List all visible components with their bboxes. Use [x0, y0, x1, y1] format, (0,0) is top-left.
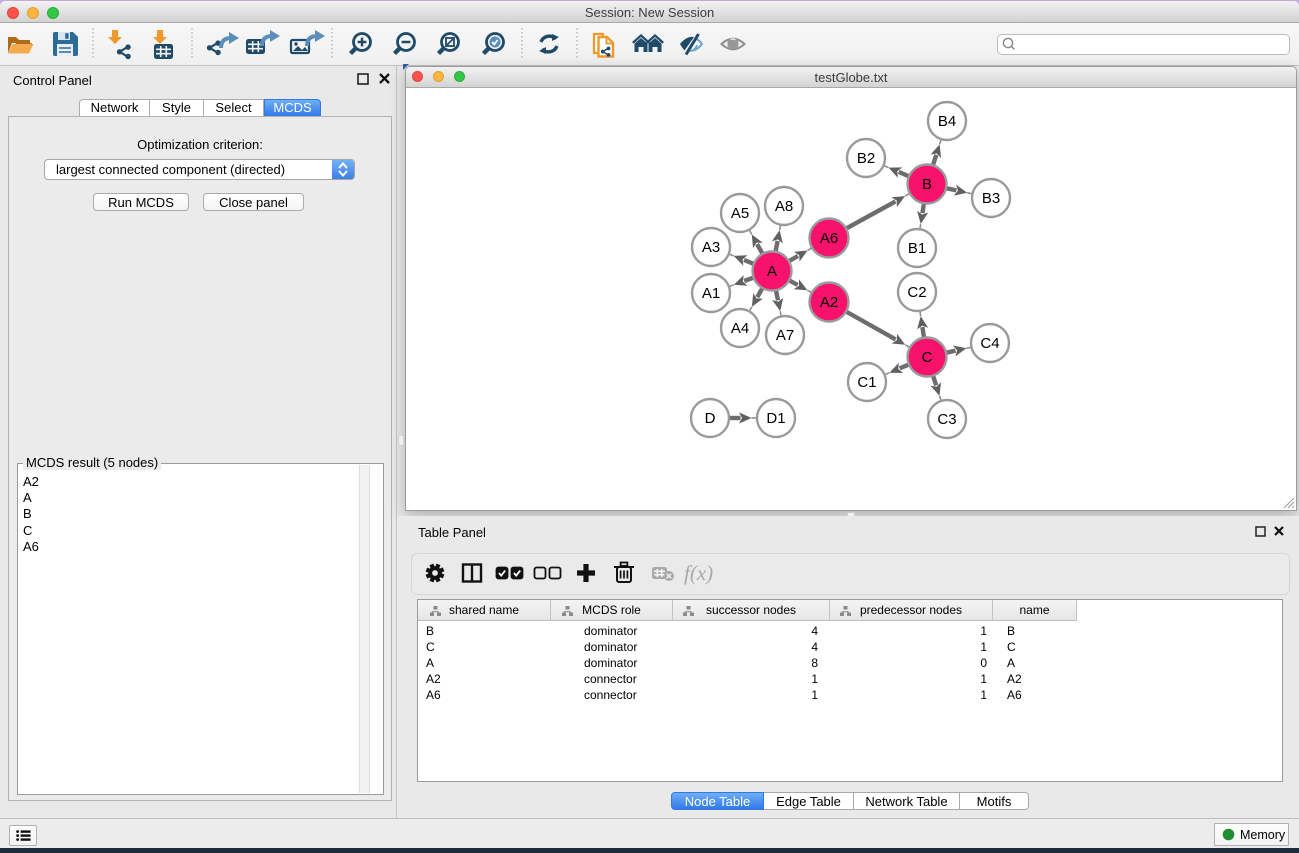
svg-text:B4: B4 [938, 113, 956, 130]
svg-text:C1: C1 [857, 374, 876, 391]
svg-text:A7: A7 [776, 327, 794, 344]
svg-text:A3: A3 [702, 239, 720, 256]
svg-text:B1: B1 [908, 240, 926, 257]
svg-text:C2: C2 [907, 284, 926, 301]
svg-text:A5: A5 [731, 205, 749, 222]
svg-text:f(x): f(x) [684, 561, 713, 585]
svg-text:C3: C3 [937, 411, 956, 428]
svg-text:A: A [767, 263, 777, 280]
svg-text:B3: B3 [982, 190, 1000, 207]
svg-text:A4: A4 [731, 320, 749, 337]
svg-text:D: D [705, 410, 716, 427]
svg-text:A1: A1 [702, 285, 720, 302]
svg-text:A2: A2 [820, 294, 838, 311]
svg-text:C4: C4 [980, 335, 999, 352]
svg-text:A6: A6 [820, 230, 838, 247]
svg-text:Memory: Memory [1240, 828, 1286, 842]
svg-text:B2: B2 [857, 150, 875, 167]
svg-text:C: C [922, 349, 933, 366]
svg-text:D1: D1 [766, 410, 785, 427]
svg-text:B: B [922, 176, 932, 193]
svg-text:A8: A8 [775, 198, 793, 215]
